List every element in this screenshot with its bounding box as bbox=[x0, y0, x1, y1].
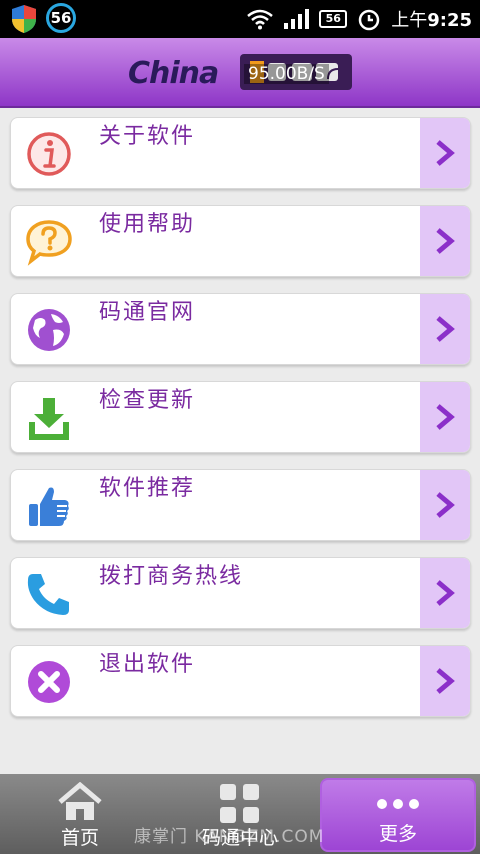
menu-item-label: 退出软件 bbox=[99, 652, 196, 677]
menu-item-label: 拨打商务热线 bbox=[99, 564, 244, 589]
chevron-right-icon[interactable] bbox=[420, 294, 470, 364]
chevron-right-icon[interactable] bbox=[420, 206, 470, 276]
more-menu-list: 关于软件 使用帮助 码通官网 检查更新 软件推荐 拨打商务热线 退出软件 bbox=[10, 117, 471, 733]
home-icon bbox=[58, 782, 102, 820]
clock: 上午9:25 bbox=[391, 10, 472, 31]
chevron-right-icon[interactable] bbox=[420, 646, 470, 716]
chevron-right-icon[interactable] bbox=[420, 382, 470, 452]
phone-icon bbox=[27, 574, 69, 615]
menu-item-label: 检查更新 bbox=[99, 388, 196, 413]
grid-icon bbox=[220, 784, 259, 823]
net-speed-indicator: 95.00B/S bbox=[244, 64, 329, 84]
alarm-clock-icon bbox=[358, 9, 380, 31]
info-icon bbox=[27, 132, 71, 176]
globe-icon bbox=[28, 309, 70, 351]
menu-item-hotline[interactable]: 拨打商务热线 bbox=[10, 557, 471, 629]
menu-item-label: 关于软件 bbox=[99, 124, 196, 149]
thumbs-up-icon bbox=[29, 487, 69, 526]
menu-item-website[interactable]: 码通官网 bbox=[10, 293, 471, 365]
tab-more[interactable]: 更多 bbox=[320, 778, 476, 852]
logo-text: China bbox=[128, 56, 219, 91]
more-icon bbox=[377, 799, 419, 809]
chevron-right-icon[interactable] bbox=[420, 470, 470, 540]
battery-icon: 56 bbox=[319, 10, 348, 28]
title-bar: China bbox=[0, 38, 480, 108]
menu-item-about[interactable]: 关于软件 bbox=[10, 117, 471, 189]
status-bar: 56 56 上午9:25 bbox=[0, 0, 480, 38]
tab-label: 更多 bbox=[378, 823, 417, 845]
menu-item-help[interactable]: 使用帮助 bbox=[10, 205, 471, 277]
menu-item-exit[interactable]: 退出软件 bbox=[10, 645, 471, 717]
exit-icon bbox=[28, 661, 70, 703]
menu-item-label: 软件推荐 bbox=[99, 476, 196, 501]
chevron-right-icon[interactable] bbox=[420, 118, 470, 188]
menu-item-label: 使用帮助 bbox=[99, 212, 196, 237]
help-icon bbox=[26, 220, 72, 266]
signal-icon bbox=[284, 9, 310, 29]
download-icon bbox=[29, 398, 69, 440]
notification-badge: 56 bbox=[46, 3, 76, 33]
wifi-icon bbox=[247, 9, 274, 30]
menu-item-check-update[interactable]: 检查更新 bbox=[10, 381, 471, 453]
watermark: 康掌门 KANGZM.COM bbox=[134, 827, 325, 847]
menu-item-recommend[interactable]: 软件推荐 bbox=[10, 469, 471, 541]
chevron-right-icon[interactable] bbox=[420, 558, 470, 628]
menu-item-label: 码通官网 bbox=[99, 300, 196, 325]
security-shield-icon bbox=[12, 5, 36, 33]
